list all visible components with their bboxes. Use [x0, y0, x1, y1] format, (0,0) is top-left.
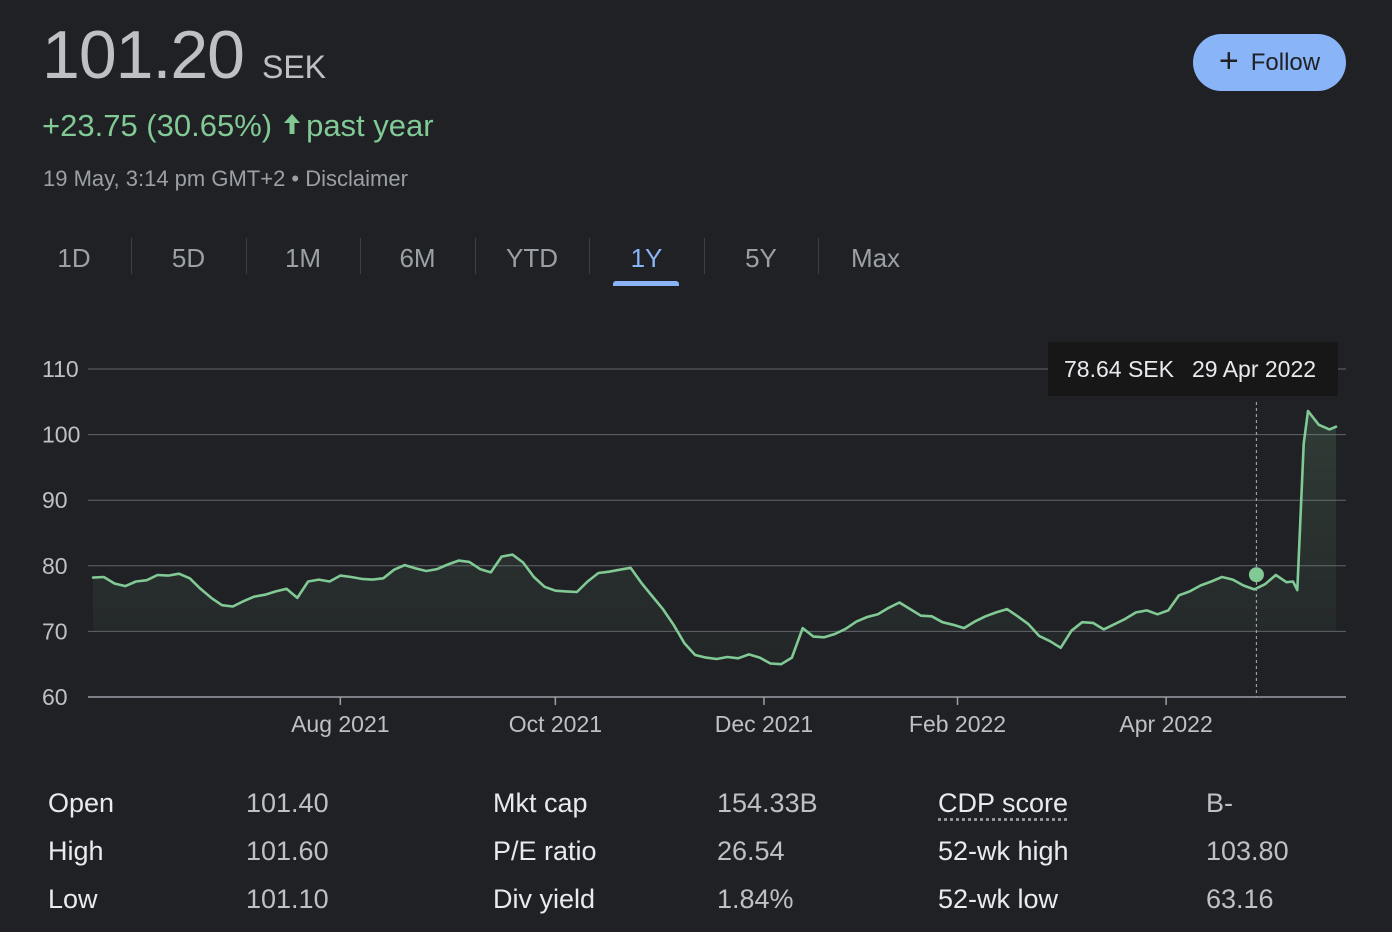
range-tabs: 1D 5D 1M 6M YTD 1Y 5Y Max	[0, 230, 930, 290]
stat-value-high: 101.60	[246, 836, 329, 866]
follow-label: Follow	[1250, 48, 1321, 76]
tooltip-value: 78.64 SEK	[1064, 356, 1175, 382]
stat-label-cdp-score[interactable]: CDP score	[938, 788, 1068, 819]
tab-ytd[interactable]: YTD	[476, 230, 588, 286]
tab-label: 5Y	[745, 242, 777, 273]
price-area-fill	[93, 411, 1336, 665]
change-period: past year	[306, 108, 434, 143]
tab-1d[interactable]: 1D	[18, 230, 130, 286]
tab-label: Max	[850, 242, 901, 273]
tab-6m[interactable]: 6M	[362, 230, 474, 286]
x-tick-label: Apr 2022	[1119, 711, 1212, 737]
tab-label: 1Y	[630, 242, 663, 273]
currency-label: SEK	[261, 49, 327, 85]
x-tick-label: Feb 2022	[909, 711, 1006, 737]
stat-value-div-yield: 1.84%	[717, 884, 794, 914]
tab-5d[interactable]: 5D	[133, 230, 245, 286]
change-value: +23.75 (30.65%)	[42, 108, 273, 143]
arrow-up-icon	[282, 108, 302, 144]
y-tick-label: 110	[42, 356, 79, 382]
tooltip-date: 29 Apr 2022	[1192, 356, 1316, 382]
stat-value-low: 101.10	[246, 884, 329, 914]
tab-label: YTD	[506, 242, 558, 273]
stat-label-div-yield: Div yield	[493, 884, 596, 914]
x-tick-label: Dec 2021	[715, 711, 813, 737]
stat-label-open: Open	[48, 788, 115, 818]
x-tick-label: Aug 2021	[291, 711, 389, 737]
tab-max[interactable]: Max	[820, 230, 932, 286]
y-tick-label: 80	[42, 553, 68, 579]
y-tick-label: 100	[42, 422, 80, 448]
stat-label-low: Low	[48, 884, 98, 914]
y-tick-label: 90	[42, 487, 68, 513]
tab-label: 5D	[171, 242, 206, 273]
tab-label: 6M	[399, 242, 436, 273]
tab-label: 1M	[284, 242, 322, 273]
stat-value-mkt-cap: 154.33B	[717, 788, 818, 818]
x-tick-label: Oct 2021	[509, 711, 602, 737]
stat-label-mkt-cap: Mkt cap	[493, 788, 588, 818]
stat-value-52wk-low: 63.16	[1206, 884, 1274, 914]
stat-value-pe-ratio: 26.54	[717, 836, 785, 866]
stat-label-high: High	[48, 836, 104, 866]
tab-5y[interactable]: 5Y	[705, 230, 817, 286]
follow-button[interactable]: + Follow	[1193, 34, 1346, 91]
stat-value-cdp-score: B-	[1206, 788, 1233, 818]
active-tab-indicator	[612, 281, 679, 286]
plus-icon: +	[1218, 42, 1239, 80]
stat-label-52wk-high: 52-wk high	[938, 836, 1069, 866]
price-chart[interactable]: 110 100 90 80 70 60 Aug 2021 Oct 2021 Dec 2021 Fe…	[0, 330, 1392, 750]
stat-label-52wk-low: 52-wk low	[938, 884, 1059, 914]
tab-1y[interactable]: 1Y	[591, 230, 703, 286]
stat-value-open: 101.40	[246, 788, 329, 818]
stat-value-52wk-high: 103.80	[1206, 836, 1289, 866]
tab-label: 1D	[57, 242, 91, 273]
timestamp-disclaimer: 19 May, 3:14 pm GMT+2 • Disclaimer	[43, 166, 408, 191]
tab-1m[interactable]: 1M	[247, 230, 359, 286]
y-tick-label: 70	[42, 618, 68, 644]
price-row: 101.20 SEK	[42, 16, 326, 94]
price-change: +23.75 (30.65%) past year	[42, 108, 434, 144]
hover-point	[1248, 567, 1264, 583]
stat-label-pe-ratio: P/E ratio	[493, 836, 597, 866]
current-price: 101.20	[42, 17, 245, 93]
y-tick-label: 60	[42, 684, 68, 710]
